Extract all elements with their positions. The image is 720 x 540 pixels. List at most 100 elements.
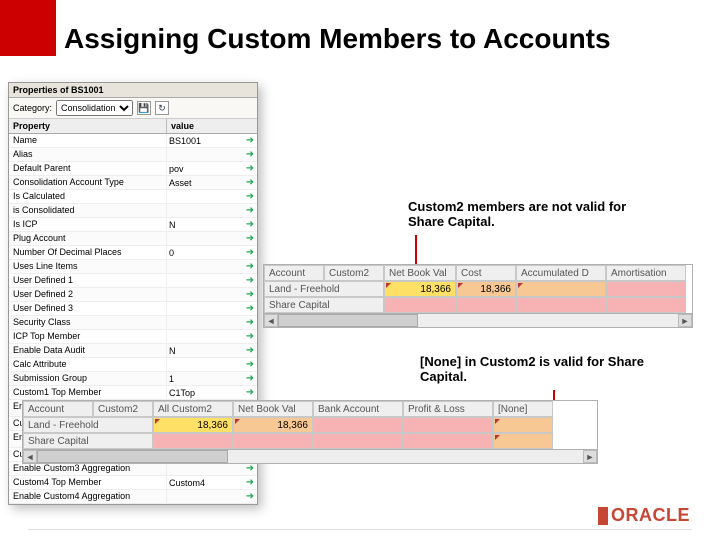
- grid-col-header: Net Book Val: [384, 265, 456, 281]
- grid-col-header: Net Book Val: [233, 401, 313, 417]
- grid-cell[interactable]: [516, 281, 606, 297]
- property-value-cell[interactable]: BS1001➜: [167, 134, 257, 147]
- property-value-cell[interactable]: C1Top➜: [167, 386, 257, 399]
- grid-cell[interactable]: [606, 281, 686, 297]
- grid-cell[interactable]: 18,366: [456, 281, 516, 297]
- arrow-right-icon[interactable]: ➜: [245, 492, 255, 502]
- property-value-cell[interactable]: ➜: [167, 190, 257, 203]
- grid-cell[interactable]: [456, 297, 516, 313]
- property-value-cell[interactable]: Asset➜: [167, 176, 257, 189]
- scroll-track[interactable]: [37, 450, 583, 463]
- grid-custom2-invalid: AccountCustom2Net Book ValCostAccumulate…: [263, 264, 693, 328]
- grid-cell[interactable]: [153, 433, 233, 449]
- arrow-right-icon[interactable]: ➜: [245, 318, 255, 328]
- property-value-cell[interactable]: ➜: [167, 148, 257, 161]
- property-row: NameBS1001➜: [9, 134, 257, 148]
- arrow-right-icon[interactable]: ➜: [245, 332, 255, 342]
- grid-cell[interactable]: [403, 433, 493, 449]
- col-value: value: [167, 119, 257, 133]
- grid-cell[interactable]: [606, 297, 686, 313]
- scroll-left-icon[interactable]: ◄: [23, 450, 37, 463]
- grid-cell[interactable]: 18,366: [153, 417, 233, 433]
- cell-indicator-icon: [518, 283, 523, 288]
- property-value: N: [169, 346, 176, 356]
- property-value-cell[interactable]: ➜: [167, 288, 257, 301]
- arrow-right-icon[interactable]: ➜: [245, 136, 255, 146]
- grid-cell[interactable]: [493, 417, 553, 433]
- category-label: Category:: [13, 103, 52, 113]
- arrow-right-icon[interactable]: ➜: [245, 234, 255, 244]
- arrow-right-icon[interactable]: ➜: [245, 276, 255, 286]
- grid-cell[interactable]: [493, 433, 553, 449]
- grid-cell[interactable]: [313, 433, 403, 449]
- property-value-cell[interactable]: 0➜: [167, 246, 257, 259]
- category-select[interactable]: Consolidation: [56, 100, 133, 116]
- arrow-right-icon[interactable]: ➜: [245, 388, 255, 398]
- arrow-right-icon[interactable]: ➜: [245, 178, 255, 188]
- property-value-cell[interactable]: ➜: [167, 490, 257, 503]
- property-value-cell[interactable]: pov➜: [167, 162, 257, 175]
- property-value-cell[interactable]: ➜: [167, 204, 257, 217]
- property-value: N: [169, 220, 176, 230]
- scroll-left-icon[interactable]: ◄: [264, 314, 278, 327]
- property-value: 1: [169, 374, 174, 384]
- arrow-right-icon[interactable]: ➜: [245, 206, 255, 216]
- property-value-cell[interactable]: ➜: [167, 260, 257, 273]
- scroll-thumb[interactable]: [278, 314, 418, 327]
- grid-cell[interactable]: 18,366: [384, 281, 456, 297]
- arrow-right-icon[interactable]: ➜: [245, 192, 255, 202]
- scroll-thumb[interactable]: [37, 450, 228, 463]
- arrow-right-icon[interactable]: ➜: [245, 262, 255, 272]
- grid-cell[interactable]: [384, 297, 456, 313]
- grid-cell[interactable]: [233, 433, 313, 449]
- arrow-right-icon[interactable]: ➜: [245, 374, 255, 384]
- property-row: Alias➜: [9, 148, 257, 162]
- property-value-cell[interactable]: ➜: [167, 232, 257, 245]
- refresh-icon[interactable]: ↻: [155, 101, 169, 115]
- grid-cell[interactable]: [516, 297, 606, 313]
- arrow-right-icon[interactable]: ➜: [245, 464, 255, 474]
- save-icon[interactable]: 💾: [137, 101, 151, 115]
- arrow-right-icon[interactable]: ➜: [245, 248, 255, 258]
- property-value-cell[interactable]: ➜: [167, 316, 257, 329]
- grid-cell[interactable]: [403, 417, 493, 433]
- property-row: Is Calculated➜: [9, 190, 257, 204]
- arrow-right-icon[interactable]: ➜: [245, 478, 255, 488]
- cell-indicator-icon: [495, 419, 500, 424]
- horizontal-scrollbar[interactable]: ◄►: [23, 449, 597, 463]
- property-value-cell[interactable]: Custom4➜: [167, 476, 257, 489]
- property-value-cell[interactable]: N➜: [167, 344, 257, 357]
- arrow-right-icon[interactable]: ➜: [245, 150, 255, 160]
- col-property: Property: [9, 119, 167, 133]
- horizontal-scrollbar[interactable]: ◄►: [264, 313, 692, 327]
- arrow-right-icon[interactable]: ➜: [245, 164, 255, 174]
- grid-cell[interactable]: 18,366: [233, 417, 313, 433]
- property-value-cell[interactable]: ➜: [167, 274, 257, 287]
- grid-row-header: Land - Freehold: [264, 281, 384, 297]
- property-key: Default Parent: [9, 162, 167, 175]
- arrow-right-icon[interactable]: ➜: [245, 360, 255, 370]
- grid-corner: Account: [23, 401, 93, 417]
- property-key: is Consolidated: [9, 204, 167, 217]
- property-value-cell[interactable]: N➜: [167, 218, 257, 231]
- scroll-track[interactable]: [278, 314, 678, 327]
- property-key: ICP Top Member: [9, 330, 167, 343]
- property-value-cell[interactable]: ➜: [167, 358, 257, 371]
- property-key: Calc Attribute: [9, 358, 167, 371]
- arrow-right-icon[interactable]: ➜: [245, 346, 255, 356]
- scroll-right-icon[interactable]: ►: [583, 450, 597, 463]
- grid-row-header: Share Capital: [23, 433, 153, 449]
- scroll-right-icon[interactable]: ►: [678, 314, 692, 327]
- property-value-cell[interactable]: ➜: [167, 330, 257, 343]
- arrow-right-icon[interactable]: ➜: [245, 290, 255, 300]
- property-value-cell[interactable]: 1➜: [167, 372, 257, 385]
- arrow-right-icon[interactable]: ➜: [245, 304, 255, 314]
- property-row: Enable Custom3 Aggregation➜: [9, 462, 257, 476]
- property-value-cell[interactable]: ➜: [167, 302, 257, 315]
- property-row: ICP Top Member ➜: [9, 330, 257, 344]
- grid-cell[interactable]: [313, 417, 403, 433]
- cell-indicator-icon: [235, 419, 240, 424]
- property-key: User Defined 2: [9, 288, 167, 301]
- property-row: Enable Data AuditN➜: [9, 344, 257, 358]
- arrow-right-icon[interactable]: ➜: [245, 220, 255, 230]
